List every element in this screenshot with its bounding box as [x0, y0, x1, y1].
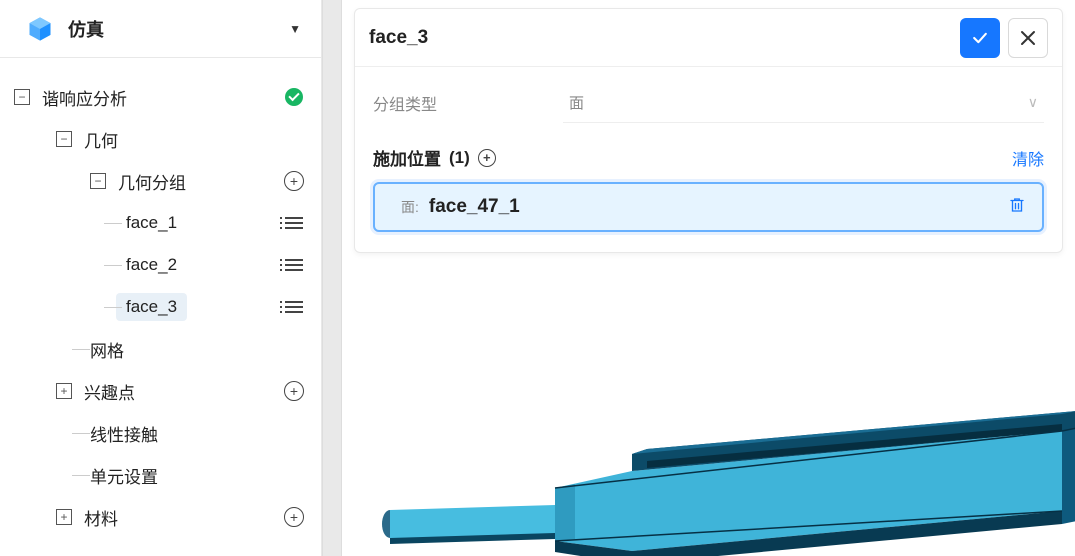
- tree-label: face_1: [126, 213, 281, 233]
- tree-item-contact[interactable]: 线性接触: [14, 412, 307, 454]
- sidebar-header: 仿真 ▼: [0, 0, 321, 58]
- tree-label: 单元设置: [90, 463, 281, 488]
- collapse-icon[interactable]: [90, 173, 106, 189]
- group-type-select[interactable]: 面 ∨: [563, 83, 1044, 123]
- add-icon[interactable]: [284, 171, 304, 191]
- collapse-icon[interactable]: [14, 89, 30, 105]
- clear-link[interactable]: 清除: [1012, 146, 1044, 170]
- tree-item-mesh[interactable]: 网格: [14, 328, 307, 370]
- tree-item-poi[interactable]: 兴趣点: [14, 370, 307, 412]
- tree: 谐响应分析 几何 几何分组 face_1 face_2 face_3: [0, 58, 321, 556]
- tree-item-geometry-group[interactable]: 几何分组: [14, 160, 307, 202]
- expand-icon[interactable]: [56, 383, 72, 399]
- close-icon: [1020, 30, 1036, 46]
- tree-label: 材料: [84, 505, 281, 530]
- chevron-down-icon: ∨: [1028, 94, 1038, 111]
- location-item[interactable]: 面: face_47_1: [373, 182, 1044, 232]
- tree-label: face_3: [126, 297, 177, 317]
- divider: [322, 0, 342, 556]
- tree-label: 兴趣点: [84, 379, 281, 404]
- tree-label: 几何分组: [118, 169, 281, 194]
- add-icon[interactable]: [284, 381, 304, 401]
- location-name: face_47_1: [429, 196, 520, 218]
- sidebar: 仿真 ▼ 谐响应分析 几何 几何分组 face_1 face_2: [0, 0, 322, 556]
- tree-item-face1[interactable]: face_1: [14, 202, 307, 244]
- location-prefix: 面:: [401, 197, 419, 217]
- tree-label: 线性接触: [90, 421, 281, 446]
- list-icon[interactable]: [285, 259, 303, 271]
- expand-icon[interactable]: [56, 509, 72, 525]
- properties-panel: face_3 分组类型 面 ∨ 施加位置 (: [354, 8, 1063, 253]
- tree-item-material[interactable]: 材料: [14, 496, 307, 538]
- add-icon[interactable]: [284, 507, 304, 527]
- tree-label: 几何: [84, 127, 281, 152]
- trash-icon[interactable]: [1008, 196, 1026, 219]
- tree-root[interactable]: 谐响应分析: [14, 76, 307, 118]
- panel-title: face_3: [369, 27, 428, 49]
- tree-item-geometry[interactable]: 几何: [14, 118, 307, 160]
- tree-item-element-settings[interactable]: 单元设置: [14, 454, 307, 496]
- group-type-field: 分组类型 面 ∨: [373, 83, 1044, 123]
- list-icon[interactable]: [285, 301, 303, 313]
- group-type-label: 分组类型: [373, 91, 563, 115]
- tree-label: 谐响应分析: [42, 85, 281, 110]
- list-icon[interactable]: [285, 217, 303, 229]
- tree-label: 网格: [90, 337, 281, 362]
- caret-down-icon[interactable]: ▼: [289, 22, 301, 36]
- main: face_3 分组类型 面 ∨ 施加位置 (: [342, 0, 1075, 556]
- location-title: 施加位置 (1): [373, 145, 496, 170]
- app-logo-icon: [26, 15, 54, 43]
- add-location-icon[interactable]: [478, 149, 496, 167]
- collapse-icon[interactable]: [56, 131, 72, 147]
- status-ok-icon: [285, 88, 303, 106]
- close-button[interactable]: [1008, 18, 1048, 58]
- tree-item-face3[interactable]: face_3: [14, 286, 307, 328]
- 3d-viewport[interactable]: [342, 253, 1075, 556]
- tree-label: face_2: [126, 255, 281, 275]
- model-tuning-fork: [362, 316, 1075, 556]
- sidebar-title: 仿真: [68, 16, 104, 42]
- check-icon: [970, 28, 990, 48]
- confirm-button[interactable]: [960, 18, 1000, 58]
- panel-header: face_3: [355, 9, 1062, 67]
- tree-item-face2[interactable]: face_2: [14, 244, 307, 286]
